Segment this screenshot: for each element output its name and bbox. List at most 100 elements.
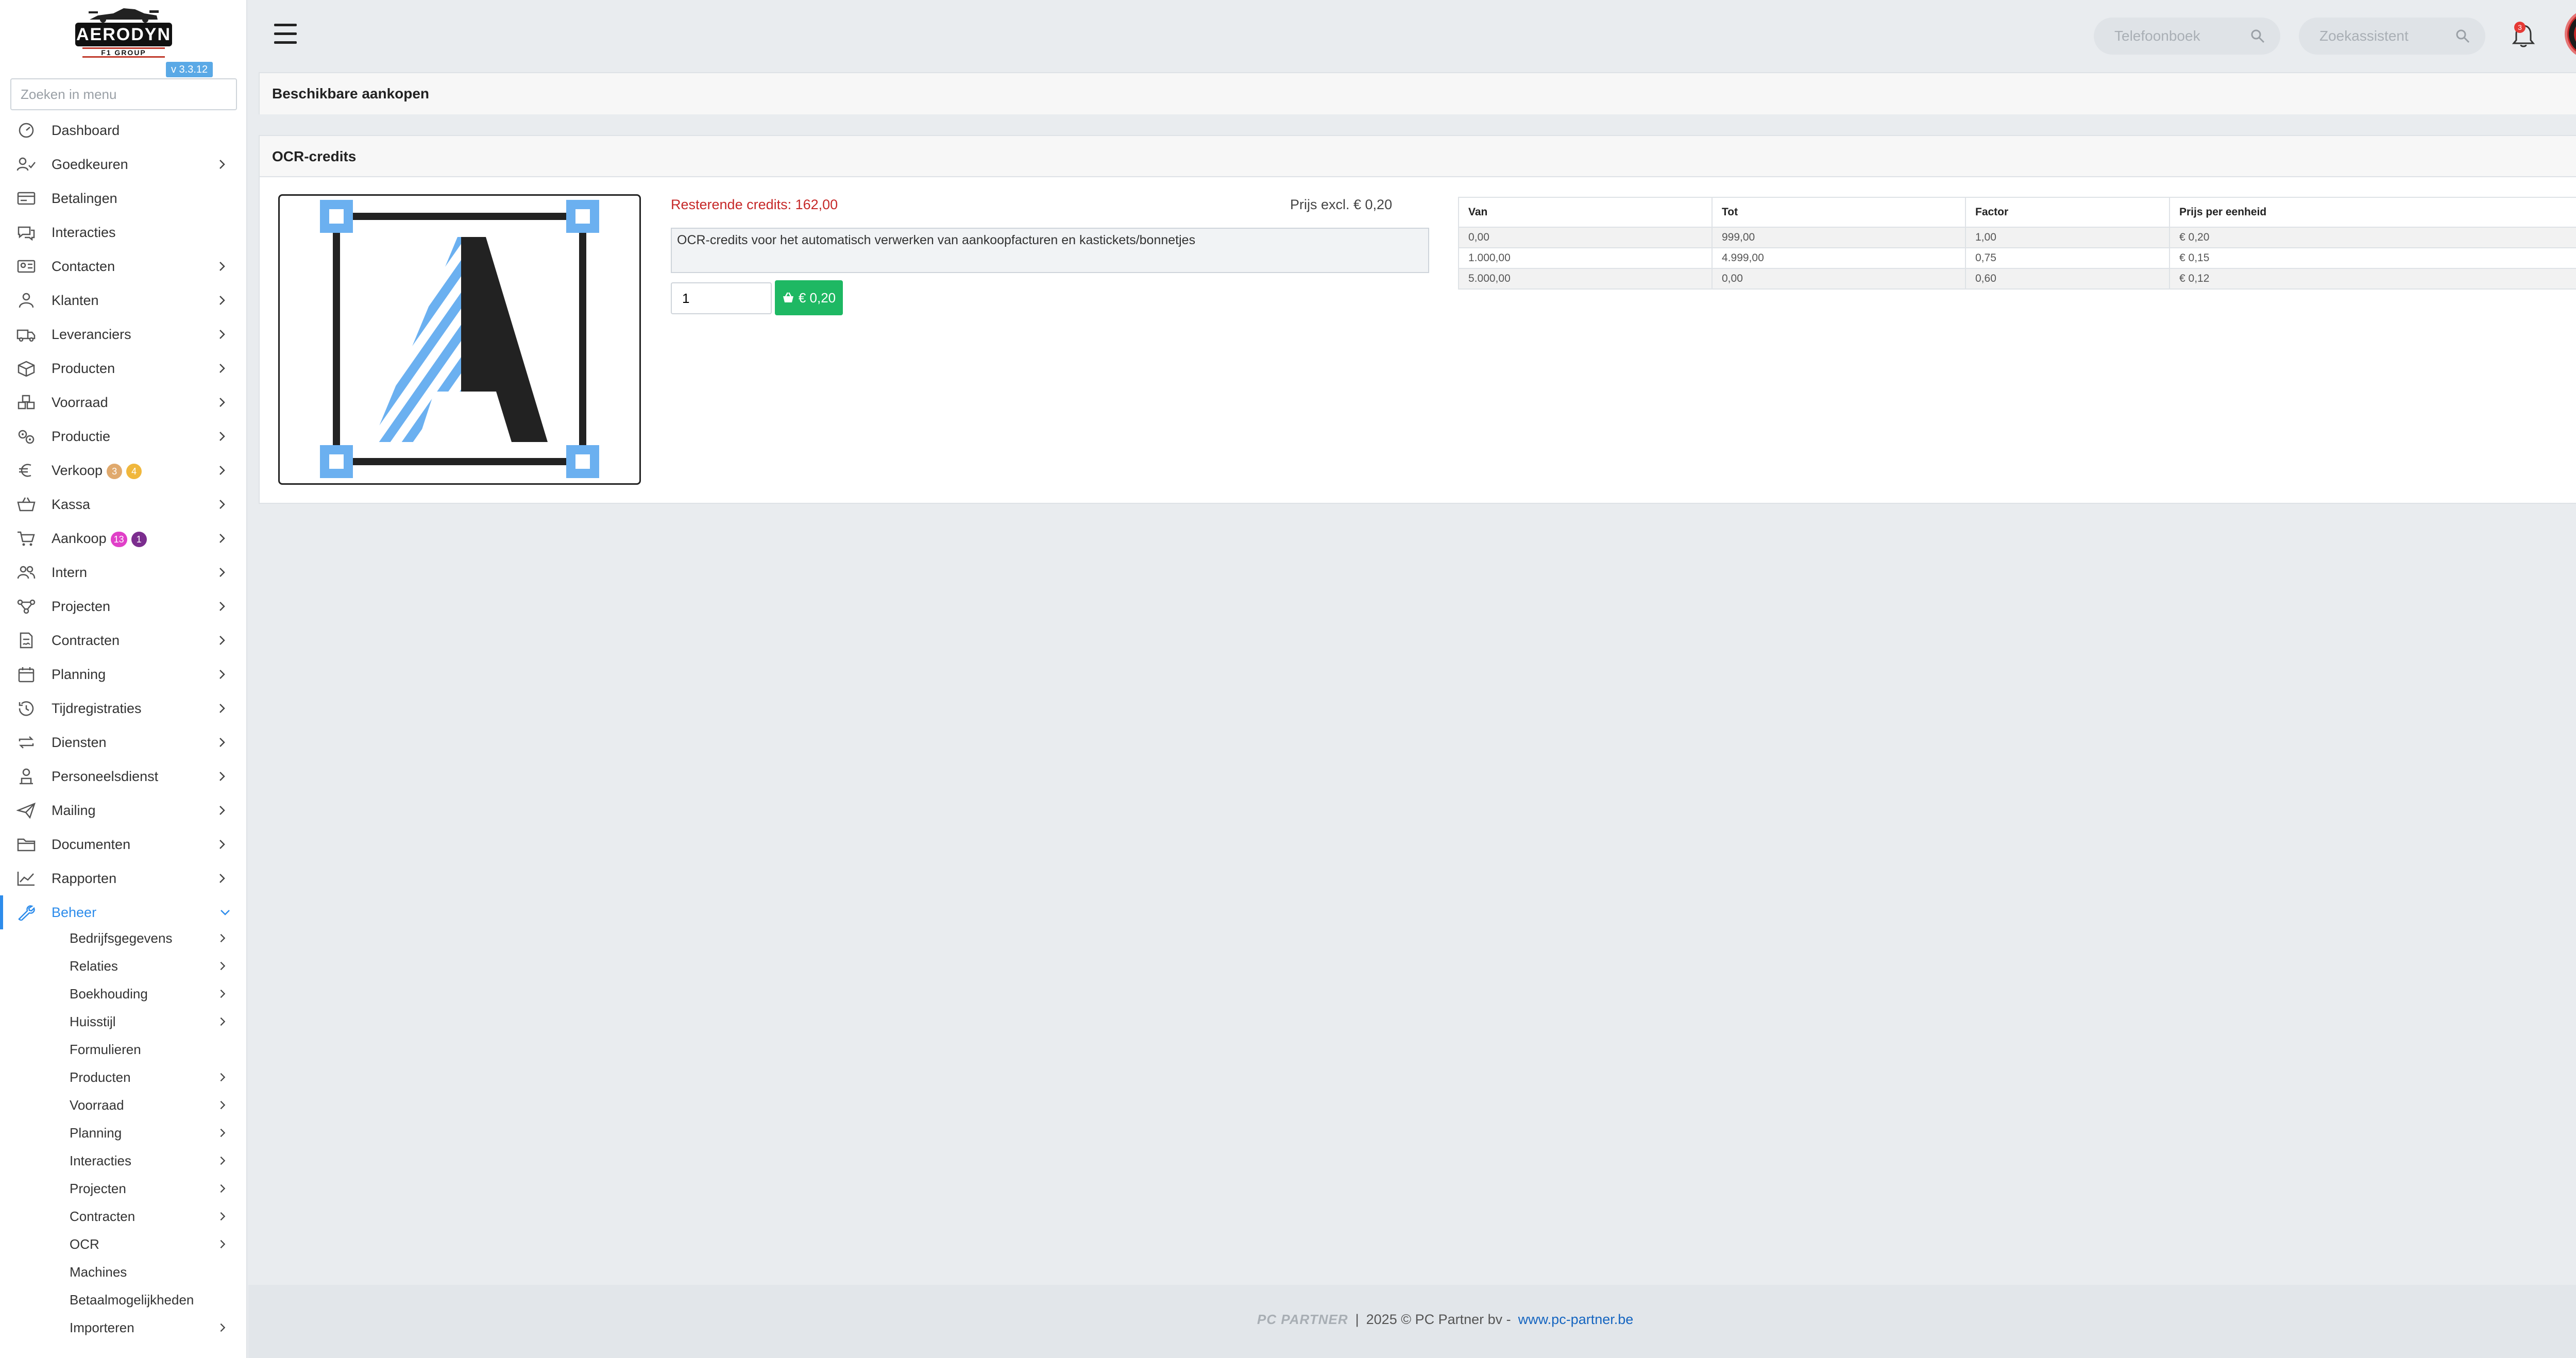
sidebar-item-producten[interactable]: Producten	[0, 351, 247, 385]
menu-toggle-button[interactable]	[274, 24, 299, 45]
submenu-item-label: Betaalmogelijkheden	[70, 1292, 194, 1308]
customer-icon	[16, 292, 36, 309]
submenu-item-importeren[interactable]: Importeren	[0, 1314, 247, 1342]
sidebar-item-label: Diensten	[52, 725, 107, 759]
submenu-item-label: Planning	[70, 1125, 122, 1141]
phonebook-search-input[interactable]	[2114, 18, 2243, 55]
table-row: 0,00 999,00 1,00 € 0,20	[1458, 227, 2576, 248]
submenu-item-boekhouding[interactable]: Boekhouding	[0, 980, 247, 1008]
search-icon[interactable]	[2250, 29, 2265, 43]
submenu-item-voorraad[interactable]: Voorraad	[0, 1091, 247, 1119]
sidebar-item-text: Kassa	[52, 497, 91, 512]
sidebar-item-kassa[interactable]: Kassa	[0, 487, 247, 521]
top-bar: 3	[248, 0, 2576, 72]
chevron-right-icon	[217, 1099, 228, 1111]
chevron-right-icon	[217, 1155, 228, 1166]
sidebar-item-text: Leveranciers	[52, 327, 131, 342]
menu-search-input[interactable]	[10, 78, 237, 110]
repeat-icon	[16, 734, 36, 751]
column-header-factor: Factor	[1965, 197, 2170, 228]
sidebar-item-voorraad[interactable]: Voorraad	[0, 385, 247, 419]
sidebar-item-klanten[interactable]: Klanten	[0, 283, 247, 317]
count-badge: 1	[131, 531, 147, 547]
table-cell: 5.000,00	[1458, 268, 1713, 290]
sidebar-item-tijdregistraties[interactable]: Tijdregistraties	[0, 691, 247, 725]
sidebar-item-mailing[interactable]: Mailing	[0, 793, 247, 827]
submenu-item-planning[interactable]: Planning	[0, 1119, 247, 1147]
sidebar-item-label: Tijdregistraties	[52, 691, 142, 725]
sidebar-item-rapporten[interactable]: Rapporten	[0, 861, 247, 895]
logo-subtitle: F1 GROUP	[82, 47, 165, 58]
search-icon[interactable]	[2455, 29, 2470, 43]
sidebar-item-contracten[interactable]: Contracten	[0, 623, 247, 657]
sidebar-item-label: Producten	[52, 351, 115, 385]
table-cell: 1.000,00	[1458, 247, 1713, 269]
footer-website-link[interactable]: www.pc-partner.be	[1518, 1312, 1634, 1328]
sidebar-item-betalingen[interactable]: Betalingen	[0, 181, 247, 215]
submenu-item-machines[interactable]: Machines	[0, 1258, 247, 1286]
submenu-item-betaalmogelijkheden[interactable]: Betaalmogelijkheden	[0, 1286, 247, 1314]
sidebar-item-aankoop[interactable]: Aankoop 13 1	[0, 521, 247, 555]
sidebar-item-text: Documenten	[52, 837, 131, 852]
submenu-item-interacties[interactable]: Interacties	[0, 1147, 247, 1175]
phonebook-search	[2094, 18, 2280, 55]
project-icon	[16, 598, 36, 615]
sidebar-item-leveranciers[interactable]: Leveranciers	[0, 317, 247, 351]
submenu-item-label: Formulieren	[70, 1042, 141, 1057]
submenu-item-contracten[interactable]: Contracten	[0, 1202, 247, 1230]
ocr-logo-icon	[320, 200, 599, 478]
ocr-product-image	[278, 194, 641, 485]
table-cell: 999,00	[1711, 227, 1966, 248]
chevron-right-icon	[216, 158, 228, 171]
sidebar-item-verkoop[interactable]: Verkoop 3 4	[0, 453, 247, 487]
sidebar-item-productie[interactable]: Productie	[0, 419, 247, 453]
sidebar-item-label: Interacties	[52, 215, 116, 249]
sidebar-item-contacten[interactable]: Contacten	[0, 249, 247, 283]
assistant-search-input[interactable]	[2319, 18, 2448, 55]
user-avatar[interactable]	[2565, 9, 2576, 59]
sidebar-item-planning[interactable]: Planning	[0, 657, 247, 691]
buy-button[interactable]: € 0,20	[775, 280, 843, 315]
sidebar-item-personeelsdienst[interactable]: Personeelsdienst	[0, 759, 247, 793]
clock-icon	[16, 700, 36, 717]
chevron-right-icon	[216, 396, 228, 409]
chevron-right-icon	[216, 668, 228, 681]
submenu-item-label: Importeren	[70, 1320, 134, 1335]
chevron-right-icon	[217, 1127, 228, 1139]
sidebar-item-text: Contacten	[52, 259, 115, 274]
chevron-right-icon	[216, 634, 228, 647]
submenu-item-bedrijfsgegevens[interactable]: Bedrijfsgegevens	[0, 924, 247, 952]
column-header-to: Tot	[1711, 197, 1966, 228]
submenu-item-formulieren[interactable]: Formulieren	[0, 1036, 247, 1063]
users-icon	[16, 564, 36, 581]
submenu-item-ocr[interactable]: OCR	[0, 1230, 247, 1258]
sidebar-item-diensten[interactable]: Diensten	[0, 725, 247, 759]
sidebar-item-label: Betalingen	[52, 181, 117, 215]
sidebar-item-intern[interactable]: Intern	[0, 555, 247, 589]
count-badge: 4	[126, 463, 142, 479]
submenu-item-label: Huisstijl	[70, 1014, 116, 1029]
quantity-input[interactable]	[671, 282, 772, 314]
sidebar-item-text: Beheer	[52, 905, 97, 920]
submenu-item-relaties[interactable]: Relaties	[0, 952, 247, 980]
submenu-item-projecten[interactable]: Projecten	[0, 1175, 247, 1202]
sidebar-item-text: Dashboard	[52, 123, 120, 138]
submenu-item-label: Interacties	[70, 1153, 131, 1168]
company-logo[interactable]: AERODYN F1 GROUP	[72, 0, 175, 59]
chevron-right-icon	[217, 1238, 228, 1250]
chevron-right-icon	[216, 872, 228, 885]
submenu-item-label: Bedrijfsgegevens	[70, 930, 173, 946]
submenu-item-label: Boekhouding	[70, 986, 148, 1001]
sidebar: AERODYN F1 GROUP v 3.3.12 Dashboard Goedk…	[0, 0, 247, 1358]
sidebar-item-dashboard[interactable]: Dashboard	[0, 113, 247, 147]
chevron-right-icon	[216, 362, 228, 375]
chevron-right-icon	[217, 932, 228, 944]
submenu-item-huisstijl[interactable]: Huisstijl	[0, 1008, 247, 1036]
submenu-item-producten[interactable]: Producten	[0, 1063, 247, 1091]
sidebar-item-interacties[interactable]: Interacties	[0, 215, 247, 249]
sidebar-item-projecten[interactable]: Projecten	[0, 589, 247, 623]
sidebar-item-text: Klanten	[52, 293, 99, 308]
sidebar-item-goedkeuren[interactable]: Goedkeuren	[0, 147, 247, 181]
sidebar-item-documenten[interactable]: Documenten	[0, 827, 247, 861]
submenu-item-label: Producten	[70, 1070, 131, 1085]
